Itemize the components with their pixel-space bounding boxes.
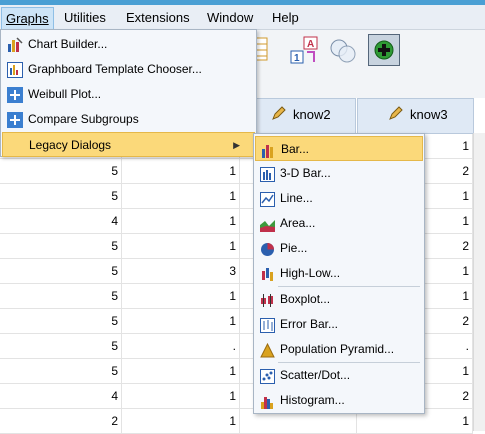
- table-cell[interactable]: 5: [0, 334, 122, 359]
- plus-box-icon: [7, 112, 23, 128]
- column-header-label: know3: [410, 107, 448, 122]
- menu-item-label: High-Low...: [280, 266, 341, 280]
- table-cell[interactable]: 5: [0, 159, 122, 184]
- menu-item-label: Scatter/Dot...: [280, 368, 351, 382]
- menu-item-label: Weibull Plot...: [28, 87, 102, 101]
- column-header-know3[interactable]: know3: [357, 98, 474, 134]
- table-cell[interactable]: 3: [122, 259, 240, 284]
- menu-item-label: Boxplot...: [280, 292, 331, 306]
- menu-item-label: Chart Builder...: [28, 37, 108, 51]
- table-cell[interactable]: 1: [122, 359, 240, 384]
- menu-item-scatter-dot[interactable]: Scatter/Dot...: [255, 363, 423, 388]
- column-header-know2[interactable]: know2: [256, 98, 356, 134]
- use-variable-sets-icon[interactable]: [328, 36, 356, 64]
- menu-item-label: Error Bar...: [280, 317, 339, 331]
- table-cell[interactable]: 1: [122, 234, 240, 259]
- table-cell[interactable]: 1: [122, 284, 240, 309]
- column-header-label: know2: [293, 107, 331, 122]
- value-labels-icon[interactable]: A1: [290, 36, 318, 64]
- scatter-icon: [260, 368, 275, 384]
- table-cell[interactable]: 1: [122, 209, 240, 234]
- table-cell[interactable]: 2: [0, 409, 122, 434]
- menu-item-high-low[interactable]: High-Low...: [255, 261, 423, 286]
- table-cell[interactable]: 5: [0, 234, 122, 259]
- menu-item-label: Line...: [280, 191, 313, 205]
- area-chart-icon: [260, 216, 275, 232]
- menu-item-label: Pie...: [280, 241, 308, 255]
- menu-item-3d-bar[interactable]: 3-D Bar...: [255, 161, 423, 186]
- menu-item-label: Population Pyramid...: [280, 342, 395, 356]
- vertical-scrollbar[interactable]: [473, 133, 485, 431]
- pyramid-icon: [260, 342, 275, 358]
- table-cell[interactable]: 1: [122, 409, 240, 434]
- table-cell[interactable]: 1: [122, 384, 240, 409]
- menu-item-error-bar[interactable]: Error Bar...: [255, 312, 423, 337]
- menu-item-graphboard-template-chooser[interactable]: Graphboard Template Chooser...: [2, 57, 255, 82]
- menu-item-label: Legacy Dialogs: [29, 138, 112, 152]
- chart-builder-icon: [7, 37, 23, 53]
- table-cell[interactable]: 4: [0, 384, 122, 409]
- pencil-icon: [388, 105, 404, 121]
- table-cell[interactable]: .: [122, 334, 240, 359]
- table-cell[interactable]: 5: [0, 259, 122, 284]
- high-low-icon: [260, 266, 275, 281]
- table-cell[interactable]: 5: [0, 284, 122, 309]
- line-chart-icon: [260, 191, 275, 207]
- menu-item-histogram[interactable]: Histogram...: [255, 388, 423, 413]
- svg-text:1: 1: [294, 53, 300, 64]
- histogram-icon: [260, 393, 275, 409]
- menu-item-label: Compare Subgroups: [28, 112, 139, 126]
- menu-item-label: Bar...: [281, 142, 310, 156]
- menu-extensions[interactable]: Extensions: [126, 10, 190, 25]
- table-cell[interactable]: 5: [0, 184, 122, 209]
- menu-item-label: Histogram...: [280, 393, 345, 407]
- menu-item-boxplot[interactable]: Boxplot...: [255, 287, 423, 312]
- table-cell[interactable]: 5: [0, 359, 122, 384]
- toolbar: A1: [255, 30, 485, 99]
- table-icon[interactable]: [255, 36, 268, 64]
- error-bar-icon: [260, 317, 275, 333]
- menu-item-line[interactable]: Line...: [255, 186, 423, 211]
- 3d-bar-icon: [260, 166, 275, 182]
- svg-text:A: A: [307, 39, 314, 50]
- table-cell[interactable]: 1: [122, 159, 240, 184]
- menu-graphs[interactable]: Graphs: [1, 7, 54, 30]
- menu-item-label: Graphboard Template Chooser...: [28, 62, 202, 76]
- menu-graphs-label: Graphs: [6, 11, 49, 26]
- legacy-dialogs-submenu: Bar... 3-D Bar... Line... Area... Pie...…: [253, 133, 425, 414]
- boxplot-icon: [260, 292, 275, 307]
- menu-item-bar[interactable]: Bar...: [255, 136, 423, 161]
- menu-item-label: Area...: [280, 216, 316, 230]
- submenu-arrow-icon: ▶: [233, 140, 240, 150]
- menu-item-weibull-plot[interactable]: Weibull Plot...: [2, 82, 255, 107]
- table-cell[interactable]: 5: [0, 309, 122, 334]
- menu-item-compare-subgroups[interactable]: Compare Subgroups: [2, 107, 255, 132]
- menu-item-label: 3-D Bar...: [280, 166, 331, 180]
- menu-item-area[interactable]: Area...: [255, 211, 423, 236]
- menu-window[interactable]: Window: [207, 10, 253, 25]
- table-cell[interactable]: 1: [122, 184, 240, 209]
- menu-item-population-pyramid[interactable]: Population Pyramid...: [255, 337, 423, 362]
- pencil-icon: [271, 105, 287, 121]
- pie-chart-icon: [260, 241, 275, 256]
- menu-bar: Graphs Utilities Extensions Window Help: [0, 5, 485, 30]
- menu-item-legacy-dialogs[interactable]: Legacy Dialogs ▶: [2, 132, 255, 157]
- menu-item-chart-builder[interactable]: Chart Builder...: [2, 32, 255, 57]
- menu-utilities[interactable]: Utilities: [64, 10, 106, 25]
- table-cell[interactable]: 1: [122, 309, 240, 334]
- plus-box-icon: [7, 87, 23, 103]
- add-ons-icon[interactable]: [368, 34, 400, 66]
- graphboard-icon: [7, 62, 23, 78]
- graphs-menu: Chart Builder... Graphboard Template Cho…: [0, 29, 257, 157]
- menu-item-pie[interactable]: Pie...: [255, 236, 423, 261]
- menu-help[interactable]: Help: [272, 10, 299, 25]
- bar-chart-icon: [261, 142, 276, 158]
- table-cell[interactable]: 4: [0, 209, 122, 234]
